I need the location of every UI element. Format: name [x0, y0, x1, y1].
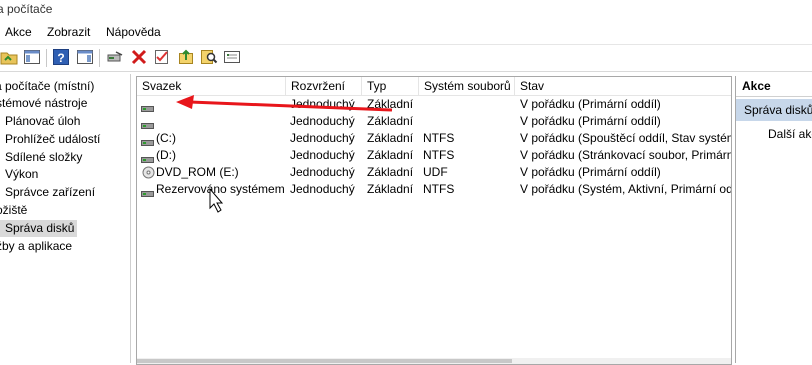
- cell-layout: Jednoduchý: [290, 148, 355, 162]
- tree-item-services-applications[interactable]: žby a aplikace: [0, 238, 72, 255]
- properties-icon[interactable]: [153, 48, 171, 66]
- open-icon[interactable]: [177, 48, 195, 66]
- drive-icon: [141, 135, 154, 146]
- column-header: Svazek Rozvržení Typ Systém souborů Stav: [137, 77, 731, 96]
- drive-icon: [141, 186, 154, 197]
- cell-type: Základní: [367, 114, 414, 128]
- cell-layout: Jednoduchý: [290, 97, 355, 111]
- cell-type: Základní: [367, 97, 414, 111]
- tree-item-performance[interactable]: Výkon: [5, 166, 38, 183]
- table-row[interactable]: DVD_ROM (E:) Jednoduchý Základní UDF V pořád…: [137, 164, 731, 181]
- connect-icon[interactable]: [106, 48, 124, 66]
- toolbar-separator: [46, 49, 47, 67]
- cell-status: V pořádku (Primární oddíl): [520, 165, 661, 179]
- folder-up-icon[interactable]: [0, 48, 18, 66]
- cell-status: V pořádku (Primární oddíl): [520, 97, 661, 111]
- tree-item-task-scheduler[interactable]: Plánovač úloh: [5, 113, 80, 130]
- help-icon[interactable]: ?: [52, 48, 70, 66]
- actions-section-disk-management[interactable]: Správa disků: [736, 99, 812, 121]
- cell-status: V pořádku (Systém, Aktivní, Primární od: [520, 182, 732, 196]
- drive-icon: [141, 101, 154, 112]
- table-row[interactable]: Rezervováno systémem Jednoduchý Základní NT…: [137, 181, 731, 198]
- actions-header: Akce: [736, 76, 812, 97]
- delete-icon[interactable]: [130, 48, 148, 66]
- console-tree: a počítače (místní) stémové nástroje Plá…: [0, 74, 131, 363]
- table-row[interactable]: Jednoduchý Základní V pořádku (Primární od…: [137, 113, 731, 130]
- cell-volume: (C:): [156, 131, 176, 145]
- menu-akce[interactable]: Akce: [5, 25, 32, 39]
- cell-status: V pořádku (Primární oddíl): [520, 114, 661, 128]
- window-title: a počítače: [0, 2, 53, 16]
- title-bar: a počítače: [0, 0, 812, 20]
- toolbar: ?: [0, 44, 812, 72]
- column-layout[interactable]: Rozvržení: [286, 77, 362, 95]
- tree-item-computer-management[interactable]: a počítače (místní): [0, 78, 94, 95]
- table-row[interactable]: (C:) Jednoduchý Základní NTFS V pořádku (Spo…: [137, 130, 731, 147]
- cell-volume: Rezervováno systémem: [156, 182, 285, 196]
- svg-text:?: ?: [57, 51, 64, 65]
- cell-type: Základní: [367, 148, 414, 162]
- more-actions-link[interactable]: Další akce: [768, 126, 812, 143]
- tree-item-device-manager[interactable]: Správce zařízení: [5, 184, 95, 201]
- show-hide-tree-icon[interactable]: [23, 48, 41, 66]
- table-row[interactable]: (D:) Jednoduchý Základní NTFS V pořádku (Str…: [137, 147, 731, 164]
- scrollbar-thumb[interactable]: [137, 359, 512, 363]
- horizontal-scrollbar[interactable]: [137, 358, 731, 364]
- cell-volume: DVD_ROM (E:): [156, 165, 239, 179]
- drive-icon: [141, 118, 154, 129]
- menu-napoveda[interactable]: Nápověda: [106, 25, 161, 39]
- cell-file-system: UDF: [423, 165, 448, 179]
- toolbar-separator: [99, 49, 100, 67]
- cell-file-system: NTFS: [423, 182, 455, 196]
- tree-item-disk-management[interactable]: Správa disků: [0, 220, 77, 237]
- cell-status: V pořádku (Spouštěcí oddíl, Stav systém: [520, 131, 732, 145]
- tree-item-storage[interactable]: ožiště: [0, 202, 27, 219]
- cell-layout: Jednoduchý: [290, 165, 355, 179]
- tree-item-shared-folders[interactable]: Sdílené složky: [5, 149, 82, 166]
- actions-pane: Akce Správa disků Další akce: [735, 76, 812, 363]
- cell-file-system: NTFS: [423, 131, 455, 145]
- table-row[interactable]: Jednoduchý Základní V pořádku (Primární od…: [137, 96, 731, 113]
- dvd-icon: [142, 166, 155, 179]
- drive-icon: [141, 152, 154, 163]
- column-volume[interactable]: Svazek: [137, 77, 286, 95]
- cell-layout: Jednoduchý: [290, 182, 355, 196]
- cell-type: Základní: [367, 131, 414, 145]
- menu-zobrazit[interactable]: Zobrazit: [47, 25, 90, 39]
- cell-layout: Jednoduchý: [290, 131, 355, 145]
- menu-bar: Akce Zobrazit Nápověda: [0, 20, 812, 44]
- cell-file-system: NTFS: [423, 148, 455, 162]
- cell-type: Základní: [367, 165, 414, 179]
- search-icon[interactable]: [200, 48, 218, 66]
- volume-list: Svazek Rozvržení Typ Systém souborů Stav…: [136, 76, 732, 365]
- console-icon[interactable]: [223, 48, 241, 66]
- column-status[interactable]: Stav: [515, 77, 731, 95]
- cell-layout: Jednoduchý: [290, 114, 355, 128]
- cell-type: Základní: [367, 182, 414, 196]
- tree-item-system-tools[interactable]: stémové nástroje: [0, 95, 87, 112]
- column-type[interactable]: Typ: [362, 77, 419, 95]
- tree-item-event-viewer[interactable]: Prohlížeč událostí: [5, 131, 100, 148]
- cell-status: V pořádku (Stránkovací soubor, Primárn: [520, 148, 732, 162]
- column-file-system[interactable]: Systém souborů: [419, 77, 515, 95]
- cell-volume: (D:): [156, 148, 176, 162]
- show-hide-action-pane-icon[interactable]: [76, 48, 94, 66]
